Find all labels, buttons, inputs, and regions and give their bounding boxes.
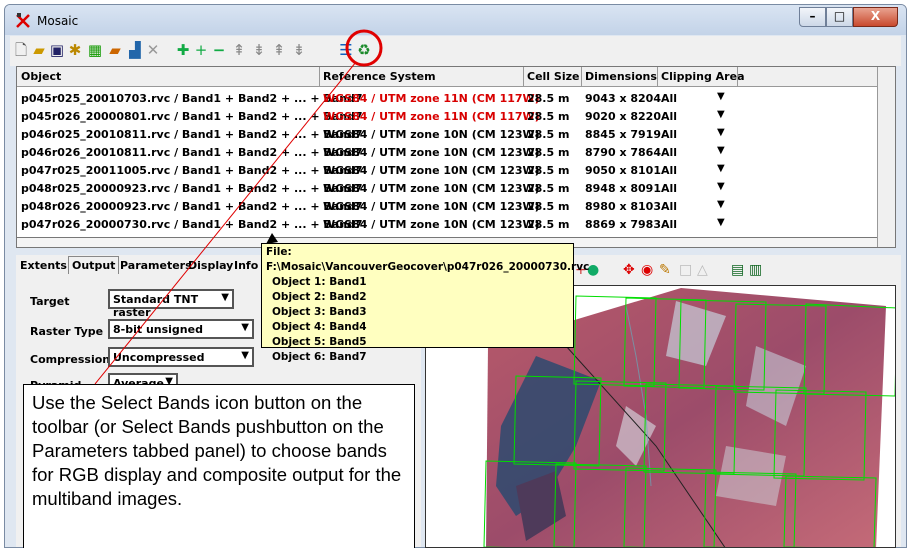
pan-icon[interactable]: ✥ xyxy=(623,262,635,278)
add-green-icon[interactable]: + xyxy=(192,41,210,59)
table-header: Object Reference System Cell Size Dimens… xyxy=(17,67,877,87)
chevron-down-icon: ▼ xyxy=(241,322,249,333)
minimize-button[interactable]: – xyxy=(799,7,826,27)
clipping-dropdown-icon[interactable]: ▼ xyxy=(717,163,725,174)
band-tooltip: File: F:\Mosaic\VancouverGeocover\p047r0… xyxy=(261,243,590,363)
tooltip-object: Object 1: Band1 xyxy=(272,276,367,288)
toolbar: 🗋 ▰ ▣ ✱ ▦ ▰ ▟ ✕ ✚ + − ⇞ ⇟ ⇞ ⇟ ☰ ♻ xyxy=(10,36,901,66)
chevron-down-icon: ▼ xyxy=(241,350,249,361)
table-vertical-scrollbar[interactable] xyxy=(877,67,895,247)
column-header-dimensions[interactable]: Dimensions xyxy=(585,70,657,83)
table-row[interactable]: p047r026_20000730.rvc / Band1 + Band2 + … xyxy=(17,215,877,233)
close-icon: X xyxy=(870,9,881,23)
maximize-button[interactable]: □ xyxy=(826,7,853,27)
table-row[interactable]: p045r025_20010703.rvc / Band1 + Band2 + … xyxy=(17,89,877,107)
subtract-icon[interactable]: − xyxy=(210,41,228,59)
clipping-dropdown-icon[interactable]: ▼ xyxy=(717,217,725,228)
maximize-icon: □ xyxy=(833,9,846,23)
box-icon[interactable]: □ xyxy=(679,262,692,278)
title-bar: Mosaic – □ X xyxy=(5,5,906,35)
clipping-dropdown-icon[interactable]: ▼ xyxy=(717,127,725,138)
move-down-icon[interactable]: ⇞ xyxy=(270,41,288,59)
window-title: Mosaic xyxy=(37,14,79,28)
remove-icon[interactable]: ✕ xyxy=(144,41,162,59)
clipping-dropdown-icon[interactable]: ▼ xyxy=(717,145,725,156)
tab-parameters[interactable]: Parameters xyxy=(120,259,192,272)
raster-type-label: Raster Type xyxy=(30,325,104,338)
column-header-object[interactable]: Object xyxy=(21,70,61,83)
column-header-reference-system[interactable]: Reference System xyxy=(323,70,436,83)
objects-table: Object Reference System Cell Size Dimens… xyxy=(16,66,896,248)
tooltip-file: File: F:\Mosaic\VancouverGeocover\p047r0… xyxy=(266,246,590,273)
clipping-dropdown-icon[interactable]: ▼ xyxy=(717,91,725,102)
clipping-dropdown-icon[interactable]: ▼ xyxy=(717,181,725,192)
table-row[interactable]: p046r026_20010811.rvc / Band1 + Band2 + … xyxy=(17,143,877,161)
table-row[interactable]: p048r025_20000923.rvc / Band1 + Band2 + … xyxy=(17,179,877,197)
tooltip-object: Object 5: Band5 xyxy=(272,336,367,348)
open-folder-icon[interactable]: ▰ xyxy=(30,41,48,59)
move-bottom-icon[interactable]: ⇟ xyxy=(290,41,308,59)
move-top-icon[interactable]: ⇟ xyxy=(250,41,268,59)
chevron-down-icon: ▼ xyxy=(221,292,229,303)
tab-info[interactable]: Info xyxy=(234,259,258,272)
compression-label: Compression xyxy=(30,353,111,366)
close-button[interactable]: X xyxy=(853,7,898,27)
tab-output[interactable]: Output xyxy=(68,256,120,274)
move-up-icon[interactable]: ⇞ xyxy=(230,41,248,59)
minimize-icon: – xyxy=(809,9,816,23)
add-group-icon[interactable]: ▦ xyxy=(86,41,104,59)
chart-icon[interactable]: ▟ xyxy=(126,41,144,59)
clipping-dropdown-icon[interactable]: ▼ xyxy=(717,199,725,210)
zoom-icon[interactable]: ◉ xyxy=(641,262,653,278)
clipping-dropdown-icon[interactable]: ▼ xyxy=(717,109,725,120)
select-bands-icon[interactable]: ☰ xyxy=(337,41,355,59)
tooltip-object: Object 3: Band3 xyxy=(272,306,367,318)
app-icon xyxy=(16,13,30,28)
tab-extents[interactable]: Extents xyxy=(20,259,67,272)
target-select[interactable]: Standard TNT raster ▼ xyxy=(108,289,234,319)
table-row[interactable]: p047r025_20011005.rvc / Band1 + Band2 + … xyxy=(17,161,877,179)
tooltip-object: Object 2: Band2 xyxy=(272,291,367,303)
open-mosaic-icon[interactable]: ▰ xyxy=(106,41,124,59)
table-row[interactable]: p045r026_20000801.rvc / Band1 + Band2 + … xyxy=(17,107,877,125)
column-header-clipping-area[interactable]: Clipping Area xyxy=(661,70,745,83)
instruction-callout: Use the Select Bands icon button on the … xyxy=(23,384,415,548)
compression-select[interactable]: Uncompressed ▼ xyxy=(108,347,254,367)
layout-icon[interactable]: ▤ xyxy=(731,262,744,278)
column-header-cell-size[interactable]: Cell Size xyxy=(527,70,579,83)
table-row[interactable]: p048r026_20000923.rvc / Band1 + Band2 + … xyxy=(17,197,877,215)
shape-icon[interactable]: △ xyxy=(697,262,708,278)
new-file-icon[interactable]: 🗋 xyxy=(12,41,30,59)
table-row[interactable]: p046r025_20010811.rvc / Band1 + Band2 + … xyxy=(17,125,877,143)
refresh-icon[interactable]: ♻ xyxy=(355,41,373,59)
target-label: Target xyxy=(30,295,70,308)
tab-display[interactable]: Display xyxy=(188,259,233,272)
edit-icon[interactable]: ✎ xyxy=(659,262,671,278)
add-objects-icon[interactable]: ✱ xyxy=(66,41,84,59)
tooltip-object: Object 6: Band7 xyxy=(272,351,367,363)
raster-type-select[interactable]: 8-bit unsigned ▼ xyxy=(108,319,254,339)
tooltip-object: Object 4: Band4 xyxy=(272,321,367,333)
save-icon[interactable]: ▣ xyxy=(48,41,66,59)
add-icon[interactable]: ✚ xyxy=(174,41,192,59)
copy-icon[interactable]: ▥ xyxy=(749,262,762,278)
